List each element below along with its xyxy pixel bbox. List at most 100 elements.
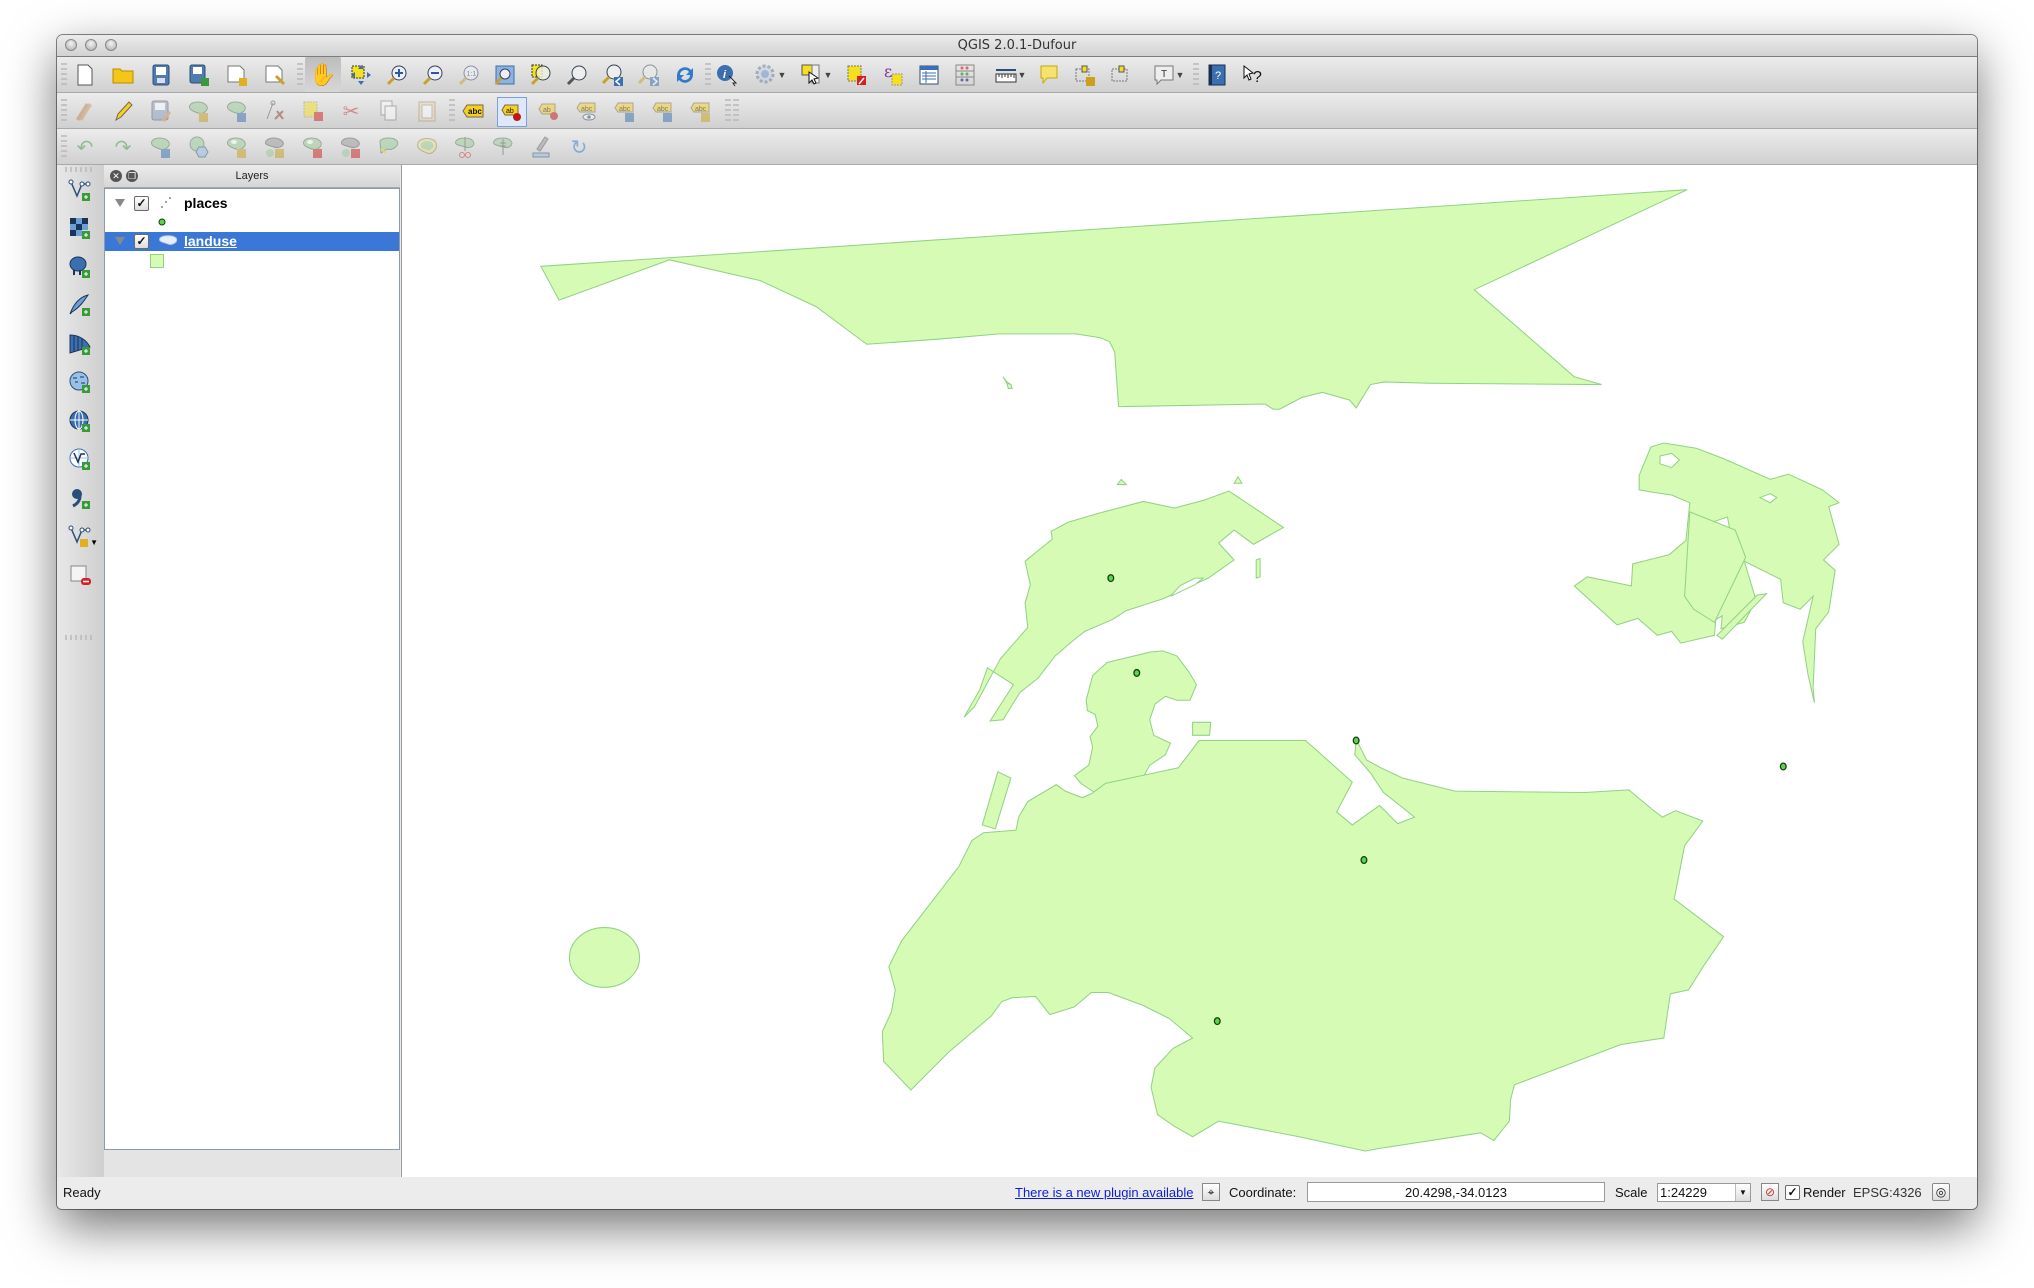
node-tool-button[interactable] — [261, 97, 289, 125]
merge-attributes-button[interactable] — [527, 133, 555, 161]
new-project-button[interactable] — [71, 61, 99, 89]
zoom-window-button[interactable] — [105, 39, 117, 51]
refresh-button[interactable] — [671, 61, 699, 89]
move-feature-button[interactable] — [223, 97, 251, 125]
render-checkbox[interactable]: ✓ — [1785, 1185, 1800, 1200]
delete-ring-button[interactable] — [299, 133, 327, 161]
whats-this-button[interactable]: ? — [1239, 61, 1267, 89]
highlight-pinned-labels-button[interactable]: ab — [535, 97, 563, 125]
zoom-out-button[interactable] — [419, 61, 447, 89]
pan-to-selection-button[interactable] — [347, 61, 375, 89]
zoom-in-button[interactable] — [383, 61, 411, 89]
add-wfs-layer-button[interactable] — [65, 447, 95, 477]
attribute-table-button[interactable] — [915, 61, 943, 89]
field-calculator-button[interactable] — [951, 61, 979, 89]
expand-collapse-icon[interactable] — [115, 237, 125, 245]
add-delimited-text-layer-button[interactable] — [65, 485, 95, 515]
identify-features-button[interactable]: i — [713, 61, 741, 89]
delete-selected-button[interactable] — [299, 97, 327, 125]
layer-labeling-button[interactable]: abc — [459, 97, 487, 125]
cut-features-button[interactable]: ✂ — [337, 97, 365, 125]
layer-tree[interactable]: ✓ places ✓ landuse — [104, 188, 400, 1150]
add-wcs-layer-button[interactable] — [65, 408, 95, 438]
zoom-native-button[interactable]: 1:1 — [455, 61, 483, 89]
zoom-next-button[interactable] — [635, 61, 663, 89]
split-features-button[interactable] — [451, 133, 479, 161]
composer-manager-button[interactable] — [261, 61, 289, 89]
merge-features-button[interactable] — [489, 133, 517, 161]
rotate-point-symbols-button[interactable]: ↻ — [565, 133, 593, 161]
add-spatialite-layer-button[interactable] — [65, 293, 95, 323]
select-by-expression-button[interactable]: ε — [879, 61, 907, 89]
toolbar-grip[interactable] — [1193, 63, 1199, 87]
zoom-layer-button[interactable] — [563, 61, 591, 89]
zoom-selection-button[interactable] — [527, 61, 555, 89]
new-bookmark-button[interactable] — [1071, 61, 1099, 89]
help-contents-button[interactable]: ? — [1203, 61, 1231, 89]
save-project-as-button[interactable] — [185, 61, 213, 89]
deselect-features-button[interactable] — [843, 61, 871, 89]
stop-render-button[interactable]: ⊘ — [1761, 1183, 1779, 1201]
select-features-button[interactable]: ▼ — [797, 61, 835, 89]
toolbar-grip[interactable] — [725, 99, 731, 123]
reshape-features-button[interactable] — [375, 133, 403, 161]
show-hide-labels-button[interactable]: abc — [573, 97, 601, 125]
toolbar-grip[interactable] — [61, 99, 67, 123]
layer-visibility-checkbox[interactable]: ✓ — [134, 196, 149, 211]
toolbar-grip[interactable] — [449, 99, 455, 123]
expand-collapse-icon[interactable] — [115, 199, 125, 207]
projection-properties-button[interactable]: ◎ — [1932, 1183, 1950, 1201]
new-plugin-link[interactable]: There is a new plugin available — [1015, 1185, 1194, 1200]
layer-item-places[interactable]: ✓ places — [105, 194, 399, 213]
show-bookmarks-button[interactable] — [1107, 61, 1135, 89]
add-raster-layer-button[interactable] — [65, 216, 95, 246]
scale-combobox[interactable]: 1:24229 ▼ — [1657, 1183, 1751, 1202]
coordinate-field[interactable]: 20.4298,-34.0123 — [1307, 1182, 1605, 1202]
offset-curve-button[interactable] — [413, 133, 441, 161]
remove-layer-button[interactable] — [65, 562, 95, 592]
zoom-full-button[interactable] — [491, 61, 519, 89]
toggle-editing-button[interactable] — [109, 97, 137, 125]
add-mssql-layer-button[interactable] — [65, 331, 95, 361]
layer-visibility-checkbox[interactable]: ✓ — [134, 234, 149, 249]
copy-features-button[interactable] — [375, 97, 403, 125]
rotate-label-button[interactable]: abc — [649, 97, 677, 125]
undo-button[interactable]: ↶ — [71, 133, 99, 161]
pin-labels-button[interactable]: ab — [497, 97, 527, 127]
toolbar-grip[interactable] — [61, 63, 67, 87]
open-project-button[interactable] — [109, 61, 137, 89]
save-project-button[interactable] — [147, 61, 175, 89]
delete-part-button[interactable] — [337, 133, 365, 161]
add-wms-layer-button[interactable] — [65, 370, 95, 400]
save-layer-edits-button[interactable] — [147, 97, 175, 125]
close-window-button[interactable] — [65, 39, 77, 51]
map-tips-button[interactable] — [1035, 61, 1063, 89]
rotate-feature-button[interactable] — [147, 133, 175, 161]
change-label-button[interactable]: abc — [687, 97, 715, 125]
text-annotation-button[interactable]: T ▼ — [1149, 61, 1187, 89]
simplify-feature-button[interactable] — [185, 133, 213, 161]
minimize-window-button[interactable] — [85, 39, 97, 51]
add-vector-layer-button[interactable] — [65, 177, 95, 207]
redo-button[interactable]: ↷ — [109, 133, 137, 161]
layer-item-landuse[interactable]: ✓ landuse — [105, 232, 399, 251]
run-feature-action-button[interactable]: ▼ — [751, 61, 789, 89]
new-shapefile-layer-button[interactable]: ▼ — [65, 524, 98, 554]
add-part-button[interactable] — [261, 133, 289, 161]
add-ring-button[interactable] — [223, 133, 251, 161]
toolbar-grip[interactable] — [65, 635, 95, 640]
chevron-down-icon[interactable]: ▼ — [1735, 1184, 1750, 1201]
add-postgis-layer-button[interactable] — [65, 254, 95, 284]
pan-map-button[interactable]: ✋ — [305, 57, 341, 92]
toolbar-grip[interactable] — [733, 99, 739, 123]
toggle-extents-button[interactable]: ⌖ — [1202, 1183, 1220, 1201]
current-edits-button[interactable] — [71, 97, 99, 125]
toolbar-grip[interactable] — [61, 135, 67, 159]
toolbar-grip[interactable] — [65, 167, 95, 172]
toolbar-grip[interactable] — [705, 63, 711, 87]
map-canvas[interactable] — [401, 165, 1977, 1177]
zoom-last-button[interactable] — [599, 61, 627, 89]
paste-features-button[interactable] — [413, 97, 441, 125]
toolbar-grip[interactable] — [297, 63, 303, 87]
add-feature-button[interactable] — [185, 97, 213, 125]
